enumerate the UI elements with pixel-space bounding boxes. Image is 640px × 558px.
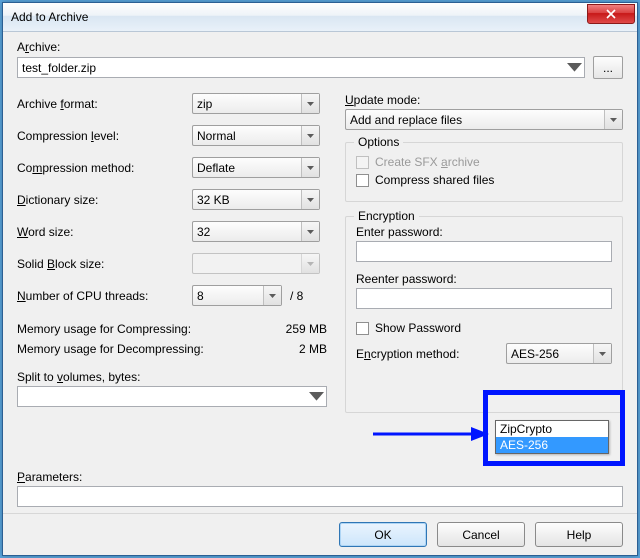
cpu-threads-max: / 8 bbox=[290, 289, 303, 303]
mem-compress-label: Memory usage for Compressing: bbox=[17, 322, 191, 336]
password-label: Enter password: bbox=[356, 225, 612, 239]
checkbox-icon bbox=[356, 156, 369, 169]
update-mode-combo[interactable]: Add and replace files bbox=[345, 109, 623, 130]
compression-level-label: Compression level: bbox=[17, 129, 192, 143]
reenter-password-input[interactable] bbox=[356, 288, 612, 309]
button-bar: OK Cancel Help bbox=[3, 513, 637, 555]
checkbox-icon bbox=[356, 322, 369, 335]
archive-format-label: Archive format: bbox=[17, 97, 192, 111]
dictionary-size-combo[interactable]: 32 KB bbox=[192, 189, 320, 210]
solid-block-size-label: Solid Block size: bbox=[17, 257, 192, 271]
client-area: Archive: test_folder.zip ... Archive for… bbox=[3, 32, 637, 555]
password-input[interactable] bbox=[356, 241, 612, 262]
cpu-threads-label: Number of CPU threads: bbox=[17, 289, 192, 303]
encryption-method-dropdown[interactable]: ZipCrypto AES-256 bbox=[495, 420, 609, 454]
split-volumes-label: Split to volumes, bytes: bbox=[17, 370, 327, 384]
chevron-down-icon bbox=[309, 389, 324, 404]
chevron-down-icon bbox=[301, 94, 319, 113]
update-mode-label: Update mode: bbox=[345, 93, 623, 107]
archive-label: Archive: bbox=[17, 40, 623, 54]
cancel-button[interactable]: Cancel bbox=[437, 522, 525, 547]
left-column: Archive format: zip Compression level: N… bbox=[17, 93, 327, 413]
create-sfx-checkbox: Create SFX archive bbox=[356, 155, 612, 169]
archive-path-combo[interactable]: test_folder.zip bbox=[17, 57, 585, 78]
compress-shared-checkbox[interactable]: Compress shared files bbox=[356, 173, 612, 187]
mem-compress-value: 259 MB bbox=[286, 322, 327, 336]
reenter-password-label: Reenter password: bbox=[356, 272, 612, 286]
dictionary-size-label: Dictionary size: bbox=[17, 193, 192, 207]
chevron-down-icon bbox=[567, 60, 582, 75]
chevron-down-icon bbox=[604, 110, 622, 129]
word-size-combo[interactable]: 32 bbox=[192, 221, 320, 242]
split-volumes-combo[interactable] bbox=[17, 386, 327, 407]
dropdown-option-aes256[interactable]: AES-256 bbox=[496, 437, 608, 453]
archive-path-value: test_folder.zip bbox=[22, 61, 96, 75]
close-button[interactable] bbox=[587, 4, 635, 24]
ok-button[interactable]: OK bbox=[339, 522, 427, 547]
dropdown-option-zipcrypto[interactable]: ZipCrypto bbox=[496, 421, 608, 437]
chevron-down-icon bbox=[263, 286, 281, 305]
compression-method-combo[interactable]: Deflate bbox=[192, 157, 320, 178]
solid-block-size-combo bbox=[192, 253, 320, 274]
columns: Archive format: zip Compression level: N… bbox=[17, 93, 623, 413]
window: Add to Archive Archive: test_folder.zip … bbox=[2, 2, 638, 556]
compression-level-combo[interactable]: Normal bbox=[192, 125, 320, 146]
chevron-down-icon bbox=[301, 222, 319, 241]
annotation-arrow-icon bbox=[371, 425, 491, 443]
options-group: Options Create SFX archive Compress shar… bbox=[345, 142, 623, 202]
chevron-down-icon bbox=[301, 158, 319, 177]
help-button[interactable]: Help bbox=[535, 522, 623, 547]
titlebar: Add to Archive bbox=[3, 3, 637, 32]
parameters-input[interactable] bbox=[17, 486, 623, 507]
compression-method-label: Compression method: bbox=[17, 161, 192, 175]
chevron-down-icon bbox=[593, 344, 611, 363]
parameters-label: Parameters: bbox=[17, 470, 623, 484]
archive-format-combo[interactable]: zip bbox=[192, 93, 320, 114]
encryption-method-label: Encryption method: bbox=[356, 347, 496, 361]
chevron-down-icon bbox=[301, 254, 319, 273]
word-size-label: Word size: bbox=[17, 225, 192, 239]
encryption-group: Encryption Enter password: Reenter passw… bbox=[345, 216, 623, 413]
right-column: Update mode: Add and replace files Optio… bbox=[345, 93, 623, 413]
options-title: Options bbox=[354, 135, 403, 149]
checkbox-icon bbox=[356, 174, 369, 187]
window-title: Add to Archive bbox=[11, 10, 587, 24]
close-icon bbox=[606, 9, 616, 19]
cpu-threads-combo[interactable]: 8 bbox=[192, 285, 282, 306]
encryption-title: Encryption bbox=[354, 209, 419, 223]
browse-button[interactable]: ... bbox=[593, 56, 623, 79]
chevron-down-icon bbox=[301, 190, 319, 209]
mem-decompress-label: Memory usage for Decompressing: bbox=[17, 342, 204, 356]
show-password-checkbox[interactable]: Show Password bbox=[356, 321, 612, 335]
encryption-method-combo[interactable]: AES-256 bbox=[506, 343, 612, 364]
mem-decompress-value: 2 MB bbox=[299, 342, 327, 356]
chevron-down-icon bbox=[301, 126, 319, 145]
